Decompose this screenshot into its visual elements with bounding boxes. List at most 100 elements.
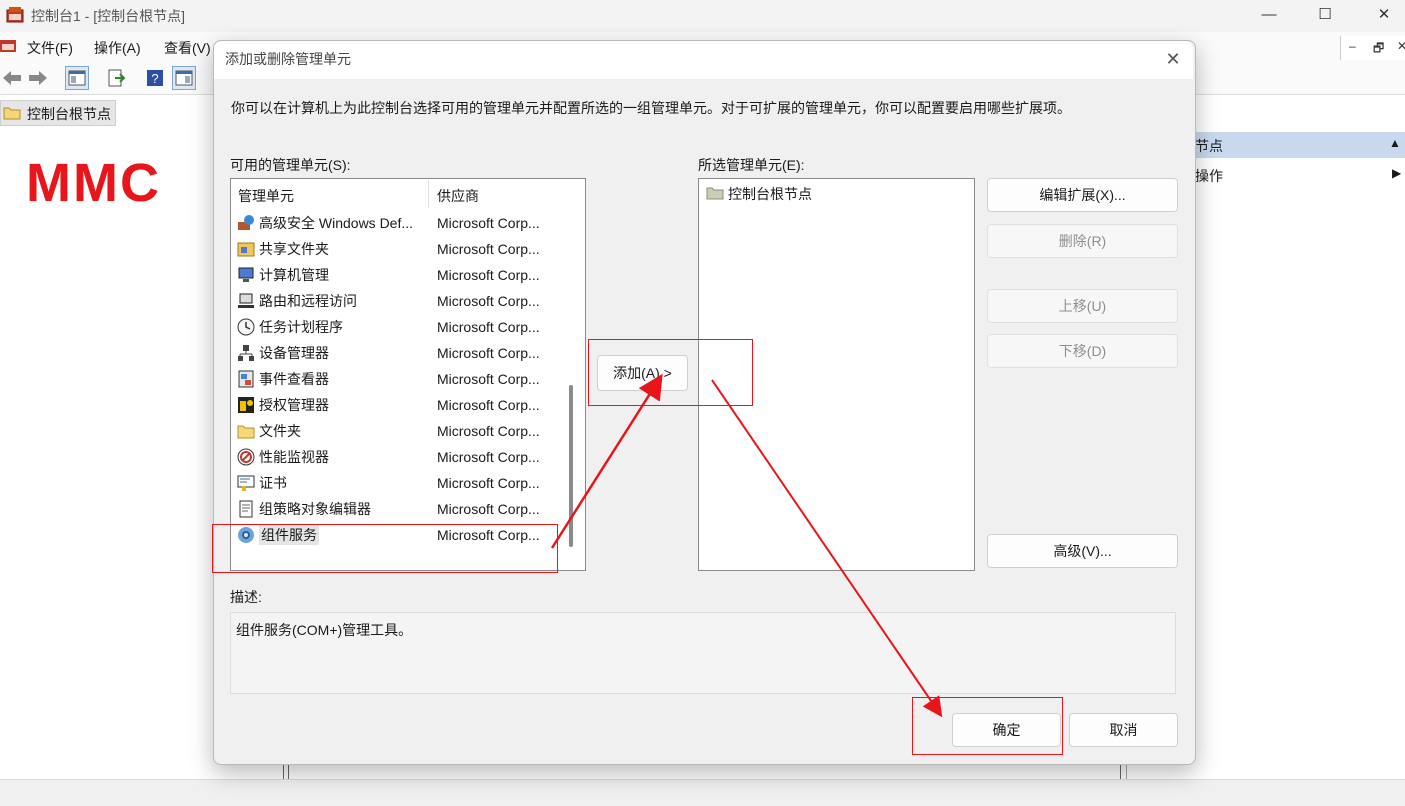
list-item[interactable]: 任务计划程序 Microsoft Corp...	[231, 314, 561, 340]
certificate-icon	[237, 474, 255, 492]
snapin-name: 事件查看器	[259, 371, 329, 387]
advanced-button[interactable]: 高级(V)...	[987, 534, 1178, 568]
collapse-up-icon[interactable]: ▲	[1389, 136, 1401, 150]
routing-icon	[237, 292, 255, 310]
move-up-button[interactable]: 上移(U)	[987, 289, 1178, 323]
menu-action[interactable]: 操作(A)	[94, 38, 141, 58]
description-text: 组件服务(COM+)管理工具。	[236, 622, 413, 638]
snapin-name: 高级安全 Windows Def...	[259, 215, 414, 231]
column-header-vendor[interactable]: 供应商	[437, 186, 479, 206]
snapin-vendor: Microsoft Corp...	[437, 267, 540, 283]
authorization-icon	[237, 396, 255, 414]
list-item[interactable]: 计算机管理 Microsoft Corp...	[231, 262, 561, 288]
export-list-icon[interactable]	[104, 66, 128, 90]
mmc-annotation-label: MMC	[26, 153, 161, 213]
list-item[interactable]: 证书 Microsoft Corp...	[231, 470, 561, 496]
clock-icon	[237, 318, 255, 336]
snapin-name: 组策略对象编辑器	[259, 501, 371, 517]
snapin-vendor: Microsoft Corp...	[437, 423, 540, 439]
performance-icon	[237, 448, 255, 466]
description-label: 描述:	[230, 589, 262, 605]
snapin-name: 设备管理器	[259, 345, 329, 361]
column-header-snapin[interactable]: 管理单元	[238, 186, 294, 206]
selected-item-label: 控制台根节点	[728, 186, 812, 202]
snapin-name: 计算机管理	[259, 267, 329, 283]
mmc-app-icon	[6, 6, 24, 24]
snapin-name: 文件夹	[259, 423, 301, 439]
list-item[interactable]: 事件查看器 Microsoft Corp...	[231, 366, 561, 392]
firewall-icon	[237, 214, 255, 232]
dialog-close-icon[interactable]: ✕	[1160, 47, 1186, 71]
status-bar	[0, 779, 1405, 806]
submenu-arrow-icon[interactable]: ▶	[1392, 166, 1401, 180]
snapin-name: 授权管理器	[259, 397, 329, 413]
group-policy-icon	[237, 500, 255, 518]
folder-icon	[237, 422, 255, 440]
dialog-title: 添加或删除管理单元	[225, 51, 351, 67]
mdi-controls[interactable]: – 🗗 ✕	[1340, 36, 1405, 60]
help-icon[interactable]: ?	[143, 66, 167, 90]
menu-view[interactable]: 查看(V)	[164, 38, 211, 58]
dialog-intro-text: 你可以在计算机上为此控制台选择可用的管理单元并配置所选的一组管理单元。对于可扩展…	[231, 100, 1071, 116]
remove-button[interactable]: 删除(R)	[987, 224, 1178, 258]
list-item[interactable]: 高级安全 Windows Def... Microsoft Corp...	[231, 210, 561, 236]
show-hide-tree-icon[interactable]	[65, 66, 89, 90]
mmc-menu-icon[interactable]	[0, 36, 18, 54]
actions-more-label[interactable]: 操作	[1195, 166, 1223, 186]
event-viewer-icon	[237, 370, 255, 388]
back-icon[interactable]	[0, 66, 24, 90]
snapin-name: 证书	[259, 475, 287, 491]
actions-header-label: 节点	[1195, 138, 1223, 154]
list-item[interactable]: 文件夹 Microsoft Corp...	[231, 418, 561, 444]
list-item[interactable]: 设备管理器 Microsoft Corp...	[231, 340, 561, 366]
snapin-name: 共享文件夹	[259, 241, 329, 257]
list-scrollbar[interactable]	[569, 385, 573, 547]
snapin-vendor: Microsoft Corp...	[437, 293, 540, 309]
snapin-vendor: Microsoft Corp...	[437, 449, 540, 465]
snapin-vendor: Microsoft Corp...	[437, 475, 540, 491]
snapin-vendor: Microsoft Corp...	[437, 397, 540, 413]
highlight-component-services	[212, 524, 558, 573]
window-titlebar	[0, 0, 1405, 32]
snapin-vendor: Microsoft Corp...	[437, 345, 540, 361]
available-snapins-label: 可用的管理单元(S):	[230, 157, 351, 173]
tree-root-label: 控制台根节点	[27, 106, 111, 122]
highlight-add-button	[588, 339, 753, 406]
close-window-button[interactable]: ✕	[1361, 4, 1405, 28]
forward-icon[interactable]	[26, 66, 50, 90]
dialog-titlebar	[214, 41, 1193, 79]
tree-root-node[interactable]: 控制台根节点	[0, 100, 116, 126]
selected-snapins-label: 所选管理单元(E):	[698, 157, 805, 173]
snapin-name: 任务计划程序	[259, 319, 343, 335]
mdi-restore-icon[interactable]: 🗗	[1373, 39, 1384, 60]
list-item[interactable]: 路由和远程访问 Microsoft Corp...	[231, 288, 561, 314]
folder-icon	[3, 106, 21, 123]
snapin-vendor: Microsoft Corp...	[437, 215, 540, 231]
snapin-vendor: Microsoft Corp...	[437, 319, 540, 335]
folder-icon	[706, 186, 724, 203]
list-item[interactable]: 共享文件夹 Microsoft Corp...	[231, 236, 561, 262]
minimize-button[interactable]: —	[1246, 4, 1292, 28]
shared-folder-icon	[237, 240, 255, 258]
mdi-minimize-icon[interactable]: –	[1349, 39, 1356, 53]
svg-text:?: ?	[151, 71, 158, 86]
snapin-vendor: Microsoft Corp...	[437, 371, 540, 387]
mdi-close-icon[interactable]: ✕	[1397, 39, 1405, 53]
computer-management-icon	[237, 266, 255, 284]
snapin-vendor: Microsoft Corp...	[437, 241, 540, 257]
list-item[interactable]: 组策略对象编辑器 Microsoft Corp...	[231, 496, 561, 522]
move-down-button[interactable]: 下移(D)	[987, 334, 1178, 368]
edit-extensions-button[interactable]: 编辑扩展(X)...	[987, 178, 1178, 212]
highlight-ok-button	[912, 697, 1063, 755]
maximize-button[interactable]: ☐	[1302, 4, 1348, 28]
menu-file[interactable]: 文件(F)	[27, 38, 73, 58]
snapin-vendor: Microsoft Corp...	[437, 501, 540, 517]
selected-list-item[interactable]: 控制台根节点	[706, 184, 812, 204]
device-manager-icon	[237, 344, 255, 362]
show-hide-action-pane-icon[interactable]	[172, 66, 196, 90]
list-item[interactable]: 性能监视器 Microsoft Corp...	[231, 444, 561, 470]
column-divider[interactable]	[428, 180, 429, 208]
cancel-button[interactable]: 取消	[1069, 713, 1178, 747]
snapin-name: 性能监视器	[259, 449, 329, 465]
list-item[interactable]: 授权管理器 Microsoft Corp...	[231, 392, 561, 418]
